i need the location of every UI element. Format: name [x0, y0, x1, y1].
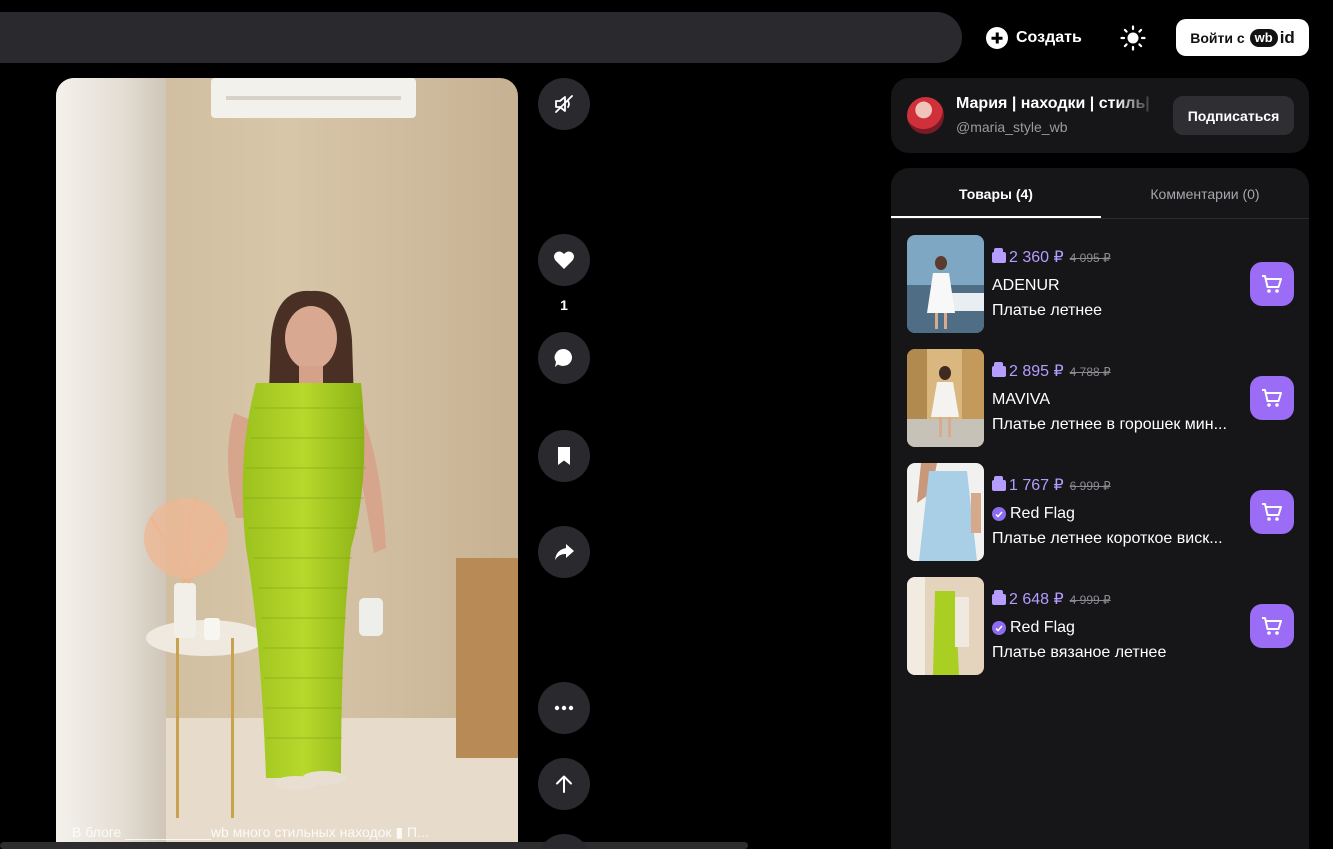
- cart-icon: [1262, 617, 1282, 635]
- video-frame: [56, 78, 518, 849]
- wallet-icon: [992, 362, 1006, 377]
- product-price-value: 2 360 ₽: [1009, 249, 1064, 266]
- price-row: 2 648 ₽ 4 999 ₽: [992, 589, 1111, 609]
- tab-comments[interactable]: Комментарии (0): [1101, 186, 1309, 202]
- product-item[interactable]: 1 767 ₽ 6 999 ₽ Red Flag Платье летнее к…: [907, 463, 1299, 563]
- product-image: [907, 463, 984, 561]
- product-price-value: 2 895 ₽: [1009, 363, 1064, 380]
- previous-video-button[interactable]: [538, 758, 590, 810]
- product-name: Платье вязаное летнее: [992, 644, 1167, 661]
- sun-icon: [1120, 25, 1146, 51]
- wallet-icon: [992, 476, 1006, 491]
- cart-icon: [1262, 503, 1282, 521]
- video-player[interactable]: [56, 78, 518, 849]
- login-label: Войти с: [1190, 29, 1245, 46]
- product-brand-label: ADENUR: [992, 277, 1060, 294]
- product-brand: Red Flag: [992, 619, 1075, 637]
- author-handle: @maria_style_wb: [956, 119, 1068, 135]
- wallet-icon: [992, 590, 1006, 605]
- tab-products[interactable]: Товары (4): [891, 186, 1101, 202]
- add-to-cart-button[interactable]: [1250, 604, 1294, 648]
- share-button[interactable]: [538, 526, 590, 578]
- next-video-button[interactable]: [538, 834, 590, 849]
- like-button[interactable]: [538, 234, 590, 286]
- plus-icon: [986, 27, 1008, 49]
- arrow-up-icon: [556, 775, 572, 793]
- login-wbid-button[interactable]: Войти с wb id: [1176, 19, 1309, 56]
- product-price: 2 648 ₽: [992, 589, 1064, 609]
- product-name: Платье летнее в горошек мин...: [992, 416, 1227, 433]
- avatar[interactable]: [907, 97, 944, 134]
- muted-speaker-icon: [555, 95, 573, 113]
- product-brand: Red Flag: [992, 505, 1075, 523]
- product-price: 1 767 ₽: [992, 475, 1064, 495]
- wbid-logo: wb id: [1249, 27, 1295, 48]
- author-card: Мария | находки | стиль| У @maria_style_…: [891, 78, 1309, 153]
- wbid-logo-wb: wb: [1249, 28, 1278, 47]
- share-arrow-icon: [555, 544, 574, 560]
- cart-icon: [1262, 389, 1282, 407]
- heart-icon: [554, 251, 574, 269]
- product-thumbnail[interactable]: [907, 349, 984, 447]
- cart-icon: [1262, 275, 1282, 293]
- product-price: 2 360 ₽: [992, 247, 1064, 267]
- theme-toggle-button[interactable]: [1120, 25, 1146, 51]
- product-old-price: 6 999 ₽: [1069, 479, 1111, 493]
- create-button[interactable]: Создать: [986, 24, 1082, 52]
- product-old-price: 4 788 ₽: [1069, 365, 1111, 379]
- products-panel: Товары (4) Комментарии (0) 2 360 ₽ 4 095…: [891, 168, 1309, 849]
- wallet-icon: [992, 248, 1006, 263]
- product-image: [907, 349, 984, 447]
- product-name: Платье летнее: [992, 302, 1103, 319]
- subscribe-button[interactable]: Подписаться: [1173, 96, 1294, 135]
- like-count: 1: [560, 297, 568, 313]
- bookmark-icon: [558, 447, 570, 465]
- video-caption: В блоге ___________wb много стильных нах…: [72, 824, 429, 840]
- bookmark-button[interactable]: [538, 430, 590, 482]
- search-bar[interactable]: [0, 12, 962, 63]
- more-button[interactable]: [538, 682, 590, 734]
- product-thumbnail[interactable]: [907, 463, 984, 561]
- price-row: 2 360 ₽ 4 095 ₽: [992, 247, 1111, 267]
- product-item[interactable]: 2 648 ₽ 4 999 ₽ Red Flag Платье вязаное …: [907, 577, 1299, 677]
- create-label: Создать: [1016, 29, 1082, 46]
- product-brand-label: MAVIVA: [992, 391, 1051, 408]
- mute-button[interactable]: [538, 78, 590, 130]
- horizontal-scrollbar[interactable]: [0, 842, 748, 849]
- product-brand: MAVIVA: [992, 391, 1050, 409]
- more-dots-icon: [554, 705, 574, 711]
- product-brand-label: Red Flag: [1010, 505, 1075, 522]
- comments-button[interactable]: [538, 332, 590, 384]
- product-brand: ADENUR: [992, 277, 1060, 295]
- product-price: 2 895 ₽: [992, 361, 1064, 381]
- price-row: 1 767 ₽ 6 999 ₽: [992, 475, 1111, 495]
- active-tab-indicator: [891, 216, 1101, 218]
- author-name[interactable]: Мария | находки | стиль| У: [956, 95, 1156, 113]
- add-to-cart-button[interactable]: [1250, 376, 1294, 420]
- price-row: 2 895 ₽ 4 788 ₽: [992, 361, 1111, 381]
- product-name: Платье летнее короткое виск...: [992, 530, 1223, 547]
- comment-bubble-icon: [554, 348, 573, 367]
- product-image: [907, 235, 984, 333]
- product-item[interactable]: 2 895 ₽ 4 788 ₽ MAVIVA Платье летнее в г…: [907, 349, 1299, 449]
- product-thumbnail[interactable]: [907, 577, 984, 675]
- add-to-cart-button[interactable]: [1250, 490, 1294, 534]
- verified-badge-icon: [992, 621, 1006, 635]
- product-old-price: 4 095 ₽: [1069, 251, 1111, 265]
- add-to-cart-button[interactable]: [1250, 262, 1294, 306]
- product-price-value: 2 648 ₽: [1009, 591, 1064, 608]
- verified-badge-icon: [992, 507, 1006, 521]
- product-item[interactable]: 2 360 ₽ 4 095 ₽ ADENUR Платье летнее: [907, 235, 1299, 335]
- panel-tabs: Товары (4) Комментарии (0): [891, 168, 1309, 219]
- product-brand-label: Red Flag: [1010, 619, 1075, 636]
- product-image: [907, 577, 984, 675]
- product-price-value: 1 767 ₽: [1009, 477, 1064, 494]
- wbid-logo-id: id: [1279, 27, 1295, 47]
- product-thumbnail[interactable]: [907, 235, 984, 333]
- product-old-price: 4 999 ₽: [1069, 593, 1111, 607]
